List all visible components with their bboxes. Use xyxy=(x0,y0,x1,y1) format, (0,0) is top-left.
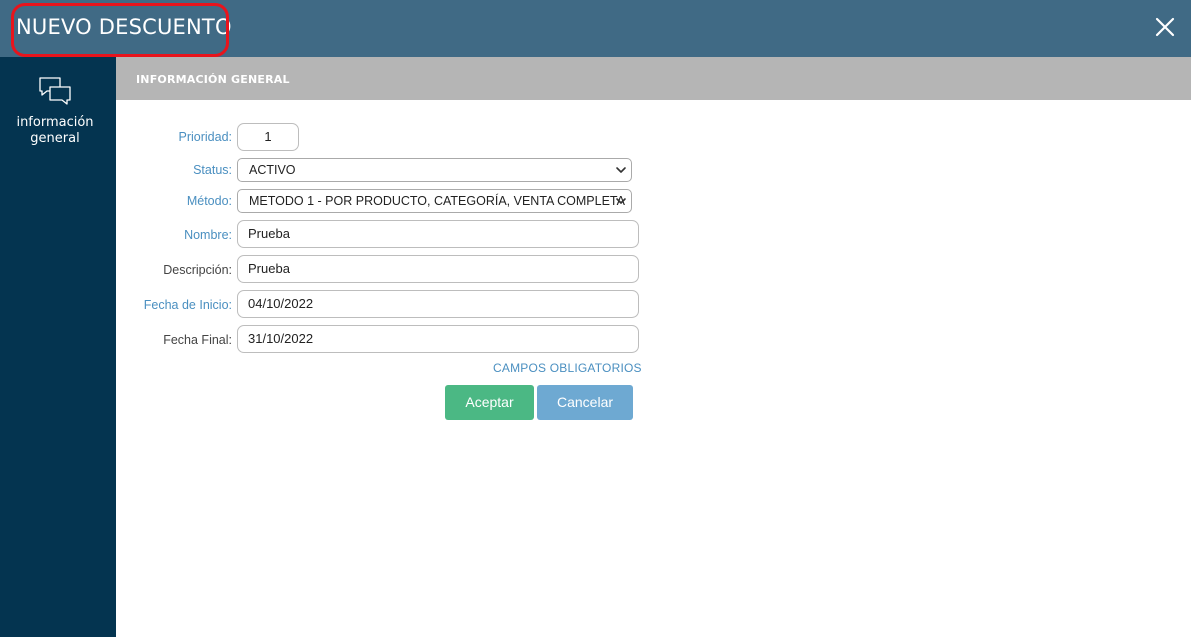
chevron-down-icon xyxy=(616,167,626,173)
nombre-label: Nombre: xyxy=(184,228,232,242)
fecha-final-input[interactable]: 31/10/2022 xyxy=(237,325,639,353)
fecha-inicio-input[interactable]: 04/10/2022 xyxy=(237,290,639,318)
fecha-final-label: Fecha Final: xyxy=(163,333,232,347)
metodo-select[interactable]: METODO 1 - POR PRODUCTO, CATEGORÍA, VENT… xyxy=(237,189,632,213)
metodo-value: METODO 1 - POR PRODUCTO, CATEGORÍA, VENT… xyxy=(249,194,625,208)
section-title: INFORMACIÓN GENERAL xyxy=(136,73,290,86)
close-icon xyxy=(1155,17,1175,37)
fecha-inicio-label: Fecha de Inicio: xyxy=(143,298,232,312)
chat-bubbles-icon xyxy=(39,77,71,105)
status-select[interactable]: ACTIVO xyxy=(237,158,632,182)
metodo-label: Método: xyxy=(186,194,232,208)
status-value: ACTIVO xyxy=(249,163,296,177)
nombre-input[interactable]: Prueba xyxy=(237,220,639,248)
sidebar-item-label: información general xyxy=(16,115,94,146)
required-fields-note: CAMPOS OBLIGATORIOS xyxy=(493,361,642,375)
descripcion-label: Descripción: xyxy=(163,263,232,277)
prioridad-input[interactable]: 1 xyxy=(237,123,299,151)
prioridad-label: Prioridad: xyxy=(178,130,233,144)
sidebar-item-informacion-general[interactable]: información general xyxy=(0,75,116,155)
status-label: Status: xyxy=(193,163,232,177)
descripcion-input[interactable]: Prueba xyxy=(237,255,639,283)
modal-header: NUEVO DESCUENTO xyxy=(0,0,1191,57)
chevron-down-icon xyxy=(616,198,626,204)
section-header: INFORMACIÓN GENERAL xyxy=(116,57,1191,100)
sidebar: información general xyxy=(0,57,116,637)
accept-button[interactable]: Aceptar xyxy=(445,385,534,420)
title-highlight-annotation xyxy=(11,3,229,57)
cancel-button[interactable]: Cancelar xyxy=(537,385,633,420)
close-button[interactable] xyxy=(1150,12,1180,42)
